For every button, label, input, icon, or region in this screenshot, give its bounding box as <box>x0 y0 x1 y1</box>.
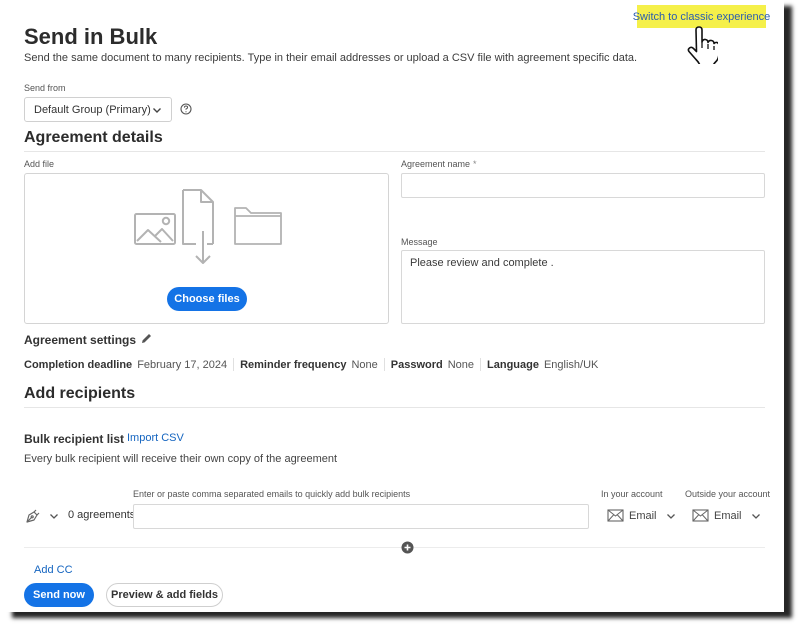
preview-add-fields-button[interactable]: Preview & add fields <box>106 583 223 607</box>
envelope-icon <box>692 509 709 522</box>
choose-files-button[interactable]: Choose files <box>167 287 247 311</box>
bulk-emails-label: Enter or paste comma separated emails to… <box>133 489 411 499</box>
file-upload-illustration-icon <box>134 189 282 264</box>
add-recipient-plus-icon[interactable] <box>401 541 414 554</box>
password-key: Password <box>390 358 443 371</box>
outside-account-auth-value: Email <box>714 509 742 522</box>
chevron-down-icon <box>666 513 675 519</box>
outside-account-auth-select[interactable]: Email <box>692 509 761 522</box>
chevron-down-icon <box>153 108 161 113</box>
agreement-settings-summary: Completion deadline February 17, 2024 Re… <box>24 358 598 371</box>
agreement-name-label: Agreement name * <box>401 159 477 169</box>
add-recipients-heading: Add recipients <box>24 385 136 402</box>
language-value: English/UK <box>543 358 599 371</box>
envelope-icon <box>607 509 624 522</box>
outside-account-label: Outside your account <box>685 489 771 499</box>
divider <box>383 358 385 371</box>
bulk-emails-input[interactable] <box>133 504 589 529</box>
required-marker: * <box>473 159 477 169</box>
agreement-settings-heading: Agreement settings <box>24 333 137 347</box>
agreement-name-input[interactable] <box>401 173 765 198</box>
password-value: None <box>447 358 475 371</box>
help-icon[interactable] <box>180 103 192 115</box>
language-key: Language <box>487 358 539 371</box>
file-dropzone[interactable]: Choose files <box>24 173 389 324</box>
chevron-down-icon[interactable] <box>49 511 59 521</box>
bulk-recipient-list-heading: Bulk recipient list <box>24 432 125 446</box>
in-account-auth-select[interactable]: Email <box>607 509 676 522</box>
switch-to-classic-link[interactable]: Switch to classic experience <box>633 5 770 28</box>
hand-pointer-cursor-icon <box>687 26 718 64</box>
chevron-down-icon <box>751 513 760 519</box>
add-cc-link[interactable]: Add CC <box>34 564 73 576</box>
divider <box>24 407 765 408</box>
completion-deadline-value: February 17, 2024 <box>137 358 228 371</box>
reminder-frequency-key: Reminder frequency <box>240 358 347 371</box>
message-textarea[interactable]: Please review and complete . <box>401 250 765 324</box>
completion-deadline-key: Completion deadline <box>24 358 133 371</box>
divider <box>24 151 765 152</box>
signer-pen-icon[interactable] <box>24 507 42 525</box>
send-from-value: Default Group (Primary) <box>34 103 151 116</box>
add-file-label: Add file <box>24 159 55 169</box>
send-from-select[interactable]: Default Group (Primary) <box>24 97 172 122</box>
divider <box>233 358 235 371</box>
in-account-label: In your account <box>601 489 663 499</box>
pencil-edit-icon[interactable] <box>140 332 153 345</box>
message-label: Message <box>401 237 438 247</box>
agreement-name-label-text: Agreement name <box>401 159 471 169</box>
bulk-recipient-note: Every bulk recipient will receive their … <box>24 453 338 465</box>
divider <box>480 358 482 371</box>
in-account-auth-value: Email <box>629 509 657 522</box>
page-title: Send in Bulk <box>24 24 158 49</box>
send-now-button[interactable]: Send now <box>24 583 94 607</box>
page-subtitle: Send the same document to many recipient… <box>24 52 638 64</box>
agreements-count: 0 agreements <box>68 509 136 521</box>
reminder-frequency-value: None <box>351 358 378 371</box>
divider <box>24 547 765 548</box>
import-csv-link[interactable]: Import CSV <box>127 432 184 444</box>
send-from-label: Send from <box>24 83 66 93</box>
agreement-details-heading: Agreement details <box>24 129 163 146</box>
